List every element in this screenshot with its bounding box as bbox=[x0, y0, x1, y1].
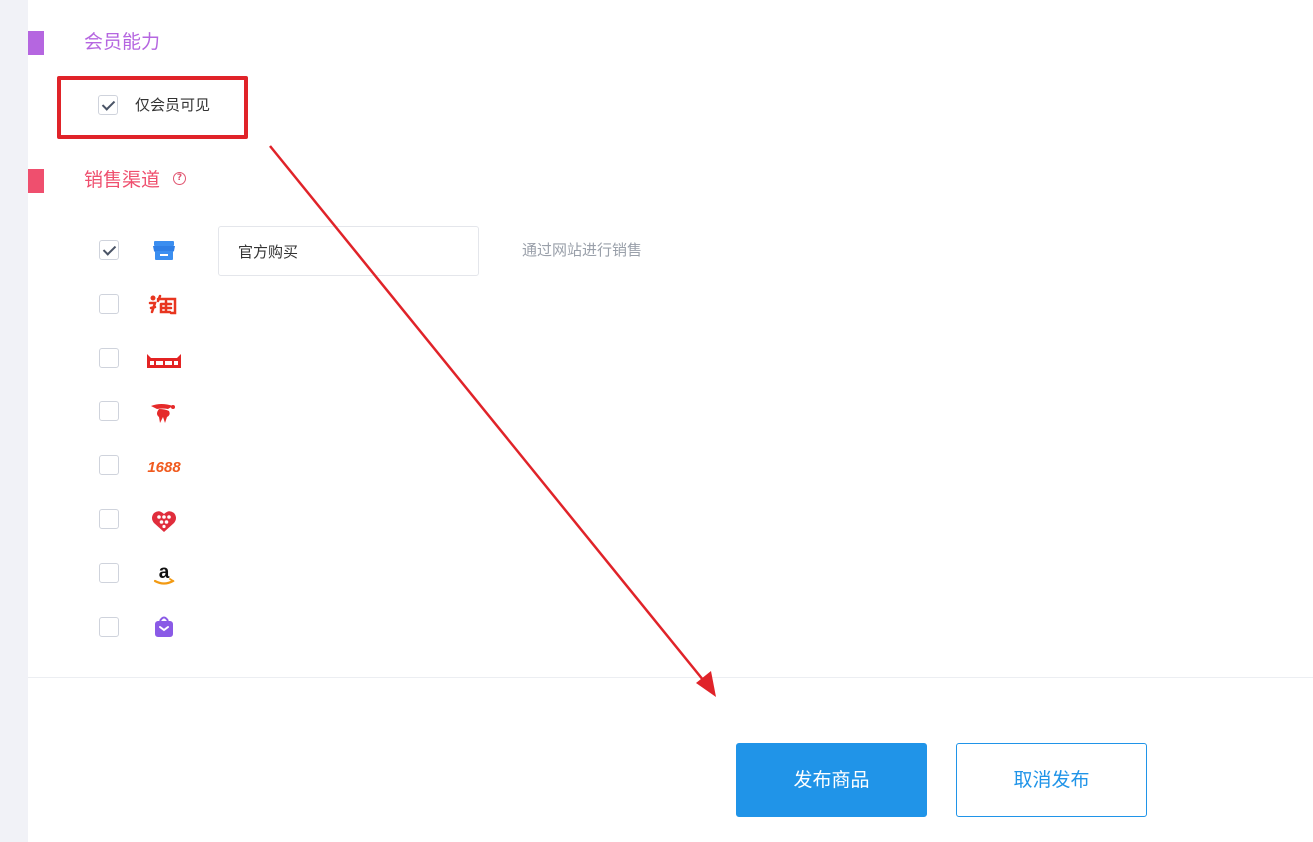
annotation-arrow bbox=[269, 145, 716, 697]
left-rail bbox=[0, 0, 28, 842]
jd-icon bbox=[151, 404, 175, 423]
channel-checkbox-jd[interactable] bbox=[99, 401, 119, 421]
channel-checkbox-tmall[interactable] bbox=[99, 348, 119, 368]
members-only-checkbox[interactable] bbox=[98, 95, 118, 115]
sales-channels-section-marker bbox=[28, 169, 44, 193]
channel-checkbox-official[interactable] bbox=[99, 240, 119, 260]
channel-checkbox-pinduoduo[interactable] bbox=[99, 509, 119, 529]
tmall-icon bbox=[147, 354, 181, 368]
channel-checkbox-1688[interactable] bbox=[99, 455, 119, 475]
taobao-icon bbox=[148, 294, 177, 315]
sales-channels-section-title: 销售渠道 bbox=[84, 169, 161, 191]
pinduoduo-icon bbox=[152, 511, 176, 532]
channel-checkbox-taobao[interactable] bbox=[99, 294, 119, 314]
svg-text:a: a bbox=[159, 562, 170, 583]
alibaba-1688-icon: 1688 bbox=[147, 459, 181, 476]
membership-section-marker bbox=[28, 31, 44, 55]
official-channel-name-input[interactable] bbox=[218, 226, 479, 276]
shopping-bag-icon bbox=[155, 616, 173, 637]
membership-section-title: 会员能力 bbox=[84, 31, 161, 53]
svg-text:1688: 1688 bbox=[147, 459, 181, 476]
help-icon[interactable]: ? bbox=[173, 172, 186, 185]
publish-product-button[interactable]: 发布商品 bbox=[736, 743, 927, 817]
cancel-publish-button[interactable]: 取消发布 bbox=[956, 743, 1147, 817]
official-channel-description: 通过网站进行销售 bbox=[522, 241, 643, 259]
amazon-icon: a bbox=[153, 562, 175, 585]
footer-divider bbox=[28, 677, 1313, 678]
storefront-icon bbox=[153, 241, 175, 260]
channel-checkbox-amazon[interactable] bbox=[99, 563, 119, 583]
channel-checkbox-bag[interactable] bbox=[99, 617, 119, 637]
members-only-label: 仅会员可见 bbox=[135, 96, 211, 114]
